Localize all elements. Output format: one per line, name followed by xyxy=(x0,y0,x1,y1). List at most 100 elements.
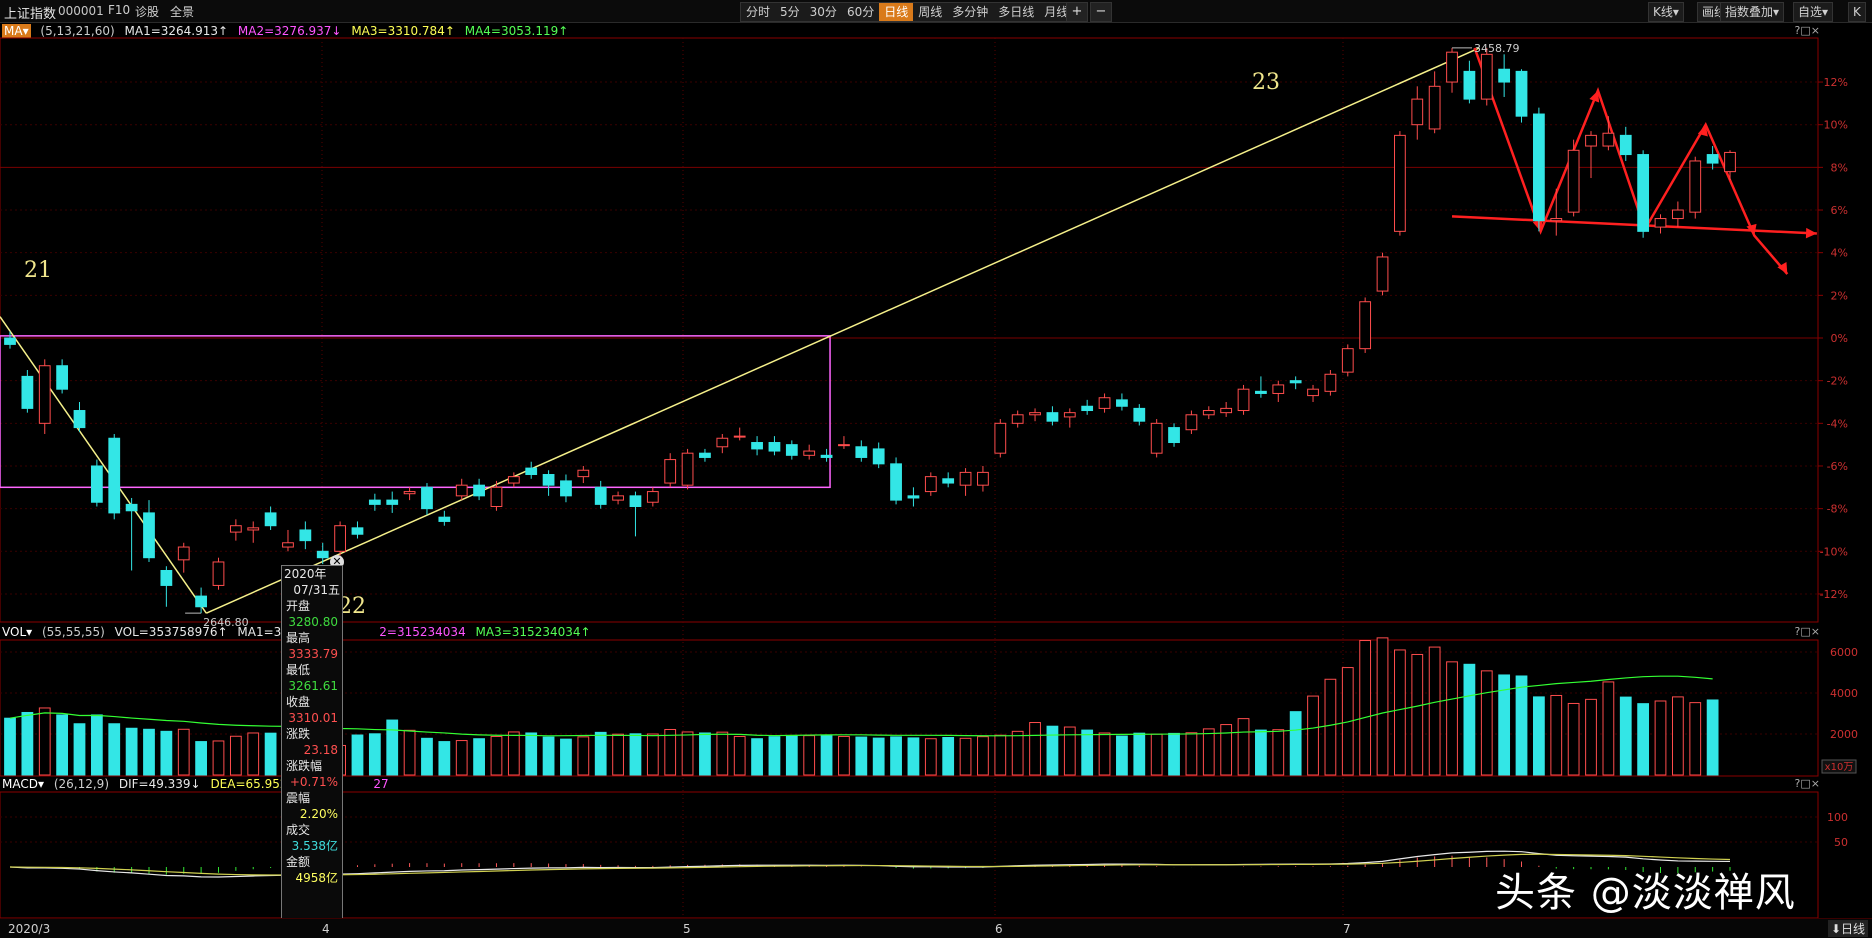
annotation-21: 21 xyxy=(24,258,52,283)
candle-body-61 xyxy=(1063,412,1076,418)
candle-body-97 xyxy=(1689,160,1702,213)
vol-bar-13 xyxy=(229,735,242,776)
price-ytick-label-10: -8% xyxy=(1827,503,1848,516)
vol-bar-71 xyxy=(1237,718,1250,776)
vol-bar-97 xyxy=(1689,702,1702,776)
candle-info-tooltip: 2020年 07/31五 开盘 3280.80 最高 3333.79 最低 3261.61… xyxy=(281,565,343,925)
candle-body-55 xyxy=(959,471,972,486)
vol-bar-65 xyxy=(1133,732,1146,776)
vol-bar-60 xyxy=(1046,725,1059,776)
vol-bar-56 xyxy=(977,736,989,776)
tooltip-label-3: 收盘 xyxy=(286,695,311,709)
candle-body-6 xyxy=(108,437,121,514)
candle-body-40 xyxy=(699,452,711,458)
candle-body-64 xyxy=(1116,399,1128,407)
candle-body-42 xyxy=(733,435,746,438)
vol-bar-75 xyxy=(1307,695,1319,776)
candle-body-52 xyxy=(907,495,920,499)
vol-bar-41 xyxy=(716,731,729,776)
candle-body-83 xyxy=(1446,51,1458,83)
candle-body-39 xyxy=(681,452,694,486)
date-label-jul: 7 xyxy=(1343,922,1351,936)
candle-body-82 xyxy=(1428,85,1441,130)
date-label-jun: 6 xyxy=(995,922,1003,936)
candle-body-54 xyxy=(942,478,955,484)
candle-body-67 xyxy=(1168,427,1180,444)
vol-bar-3 xyxy=(56,714,69,776)
candle-body-33 xyxy=(577,469,590,478)
vol-bar-15 xyxy=(264,732,277,776)
vol-bar-38 xyxy=(664,728,677,776)
candle-body-5 xyxy=(90,465,103,503)
price-ytick-label-12: -12% xyxy=(1820,588,1848,601)
candle-body-57 xyxy=(994,422,1007,454)
candle-body-41 xyxy=(716,437,729,448)
date-label-apr: 4 xyxy=(322,922,330,936)
candle-body-30 xyxy=(525,467,538,476)
candle-body-88 xyxy=(1533,113,1545,222)
candle-body-21 xyxy=(368,499,381,505)
watermark: 头条 @淡淡禅风 xyxy=(1495,870,1796,916)
candle-body-60 xyxy=(1046,412,1059,422)
price-ytick-label-8: -4% xyxy=(1827,417,1848,430)
candle-body-29 xyxy=(507,476,520,484)
candle-body-28 xyxy=(490,486,503,508)
candle-body-89 xyxy=(1550,218,1563,222)
tooltip-value-2: 3261.61 xyxy=(288,679,338,693)
vol-bar-92 xyxy=(1602,681,1615,776)
candle-body-9 xyxy=(160,569,173,586)
candle-body-68 xyxy=(1185,414,1198,431)
candle-body-75 xyxy=(1307,388,1319,397)
candle-body-94 xyxy=(1637,154,1650,232)
neckline xyxy=(1451,215,1817,235)
vol-bar-80 xyxy=(1394,649,1406,776)
vol-bar-58 xyxy=(1011,730,1024,776)
candle-body-2 xyxy=(38,365,51,424)
candle-body-76 xyxy=(1324,373,1337,392)
vol-bar-95 xyxy=(1654,700,1667,776)
vol-bar-28 xyxy=(490,735,503,776)
vol-bar-0 xyxy=(4,717,16,776)
candle-body-74 xyxy=(1289,380,1302,384)
candle-body-4 xyxy=(73,410,86,429)
vol-bar-85 xyxy=(1480,670,1493,776)
price-ytick-label-1: 10% xyxy=(1824,119,1848,132)
candle-body-14 xyxy=(247,527,260,531)
candle-body-73 xyxy=(1272,384,1285,394)
candle-body-72 xyxy=(1255,390,1267,394)
price-ytick-label-7: -2% xyxy=(1827,375,1848,388)
vol-bar-82 xyxy=(1428,646,1441,776)
vol-ytick-label-1: 4000 xyxy=(1830,687,1858,700)
vol-bar-69 xyxy=(1202,728,1215,776)
candle-body-46 xyxy=(803,450,816,456)
candle-body-19 xyxy=(334,525,346,552)
candle-body-47 xyxy=(820,454,833,458)
vol-bar-2 xyxy=(38,707,51,776)
consolidation-box xyxy=(0,335,831,489)
candle-body-45 xyxy=(785,444,798,456)
tooltip-label-5: 涨跌幅 xyxy=(286,759,323,773)
vol-bar-63 xyxy=(1098,732,1111,776)
tooltip-label-7: 成交 xyxy=(286,823,311,837)
vol-unit-badge: x10万 xyxy=(1825,762,1854,773)
candle-body-22 xyxy=(386,499,399,505)
neckline-arrow xyxy=(1805,227,1817,239)
vol-bar-5 xyxy=(90,714,103,776)
tooltip-label-2: 最低 xyxy=(286,663,311,677)
vol-bar-66 xyxy=(1150,733,1163,776)
vol-bar-73 xyxy=(1272,729,1285,776)
vol-bar-8 xyxy=(143,728,155,776)
candle-body-23 xyxy=(403,491,416,495)
candle-body-59 xyxy=(1029,412,1041,416)
candle-body-63 xyxy=(1098,397,1111,409)
tooltip-value-0: 3280.80 xyxy=(288,615,338,629)
price-ytick-label-9: -6% xyxy=(1827,460,1848,473)
vol-bar-78 xyxy=(1359,640,1372,776)
vol-bar-7 xyxy=(125,727,138,776)
candle-body-43 xyxy=(751,442,763,450)
daily-period-button[interactable]: ⬇日线 xyxy=(1827,920,1868,937)
tooltip-value-6: 2.20% xyxy=(299,807,338,821)
tooltip-value-5: +0.71% xyxy=(289,775,338,789)
vol-bar-42 xyxy=(733,735,746,776)
candle-body-20 xyxy=(351,527,364,535)
